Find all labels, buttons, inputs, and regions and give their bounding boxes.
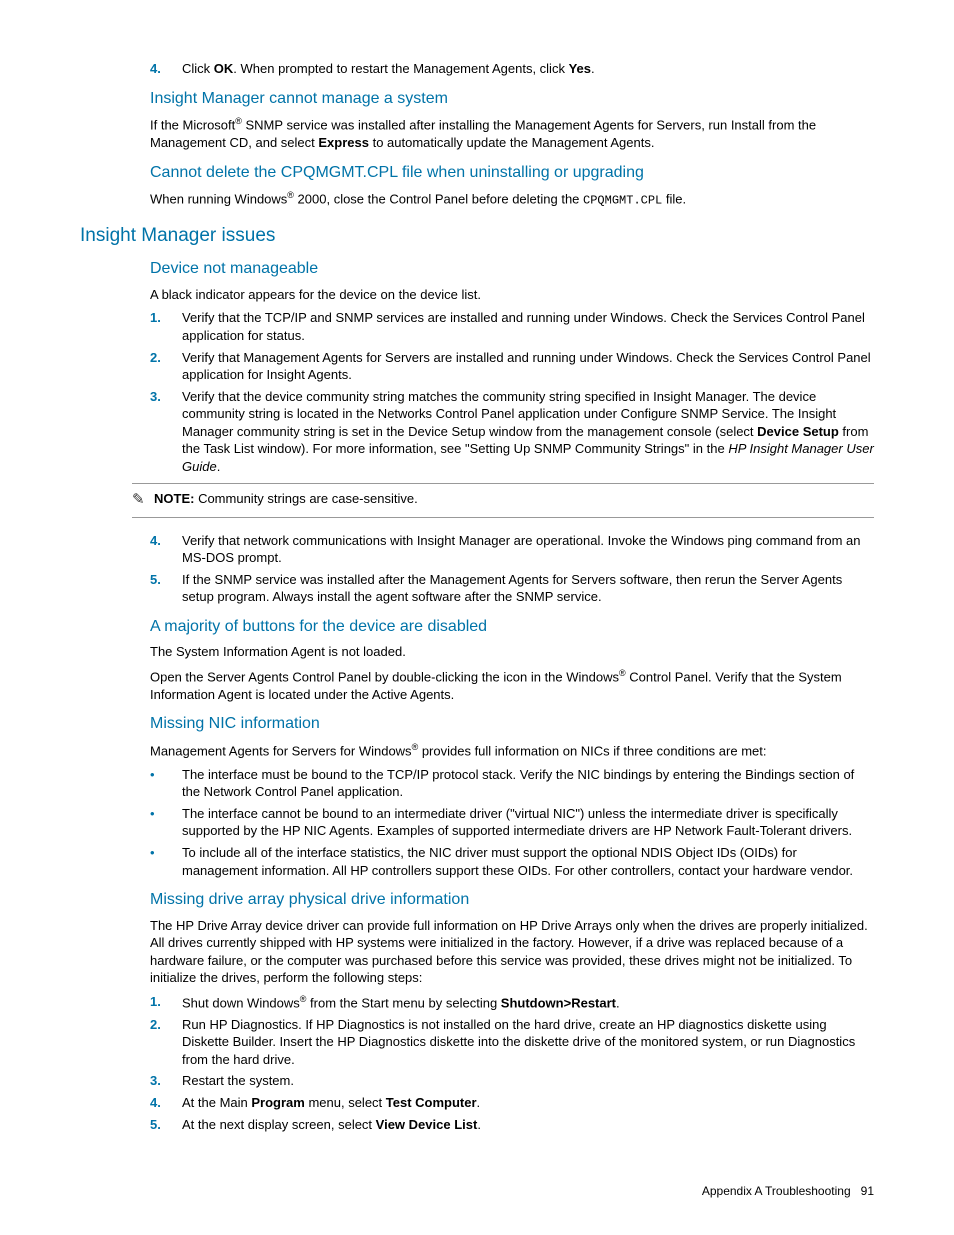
heading-device-not-manageable: Device not manageable	[150, 258, 874, 280]
para-sia-not-loaded: The System Information Agent is not load…	[150, 643, 874, 661]
para-open-server-agents: Open the Server Agents Control Panel by …	[150, 667, 874, 703]
heading-cannot-manage: Insight Manager cannot manage a system	[150, 88, 874, 110]
drive-step-4: 4. At the Main Program menu, select Test…	[150, 1094, 874, 1112]
bullet-icon: •	[150, 805, 182, 840]
code-filename: CPQMGMT.CPL	[583, 193, 662, 207]
dnm-step-4: 4. Verify that network communications wi…	[150, 532, 874, 567]
note-label: NOTE:	[154, 491, 194, 506]
nic-bullet-1: • The interface must be bound to the TCP…	[150, 766, 874, 801]
para-cannot-delete: When running Windows® 2000, close the Co…	[150, 189, 874, 209]
drive-step-5: 5. At the next display screen, select Vi…	[150, 1116, 874, 1134]
footer-label: Appendix A Troubleshooting	[702, 1184, 851, 1198]
registered-icon: ®	[619, 668, 626, 678]
dnm-step-3: 3. Verify that the device community stri…	[150, 388, 874, 476]
drive-step-3: 3. Restart the system.	[150, 1072, 874, 1090]
dnm-step-1: 1. Verify that the TCP/IP and SNMP servi…	[150, 309, 874, 344]
bullet-icon: •	[150, 844, 182, 879]
note-box: ✎ NOTE: Community strings are case-sensi…	[132, 483, 874, 517]
para-nic-intro: Management Agents for Servers for Window…	[150, 741, 874, 760]
heading-insight-manager-issues: Insight Manager issues	[80, 223, 874, 249]
step-4-text: Click OK. When prompted to restart the M…	[182, 60, 874, 78]
list-number: 4.	[150, 60, 182, 78]
page-footer: Appendix A Troubleshooting 91	[702, 1183, 874, 1199]
nic-bullet-3: • To include all of the interface statis…	[150, 844, 874, 879]
registered-icon: ®	[287, 190, 294, 200]
heading-cannot-delete: Cannot delete the CPQMGMT.CPL file when …	[150, 162, 874, 184]
para-black-indicator: A black indicator appears for the device…	[150, 286, 874, 304]
heading-buttons-disabled: A majority of buttons for the device are…	[150, 616, 874, 638]
registered-icon: ®	[235, 116, 242, 126]
para-drive-intro: The HP Drive Array device driver can pro…	[150, 917, 874, 987]
heading-missing-nic: Missing NIC information	[150, 713, 874, 735]
drive-step-1: 1. Shut down Windows® from the Start men…	[150, 993, 874, 1012]
nic-bullet-2: • The interface cannot be bound to an in…	[150, 805, 874, 840]
drive-step-2: 2. Run HP Diagnostics. If HP Diagnostics…	[150, 1016, 874, 1069]
bullet-icon: •	[150, 766, 182, 801]
dnm-step-2: 2. Verify that Management Agents for Ser…	[150, 349, 874, 384]
note-icon: ✎	[132, 490, 154, 510]
step-4: 4. Click OK. When prompted to restart th…	[150, 60, 874, 78]
page-number: 91	[861, 1184, 874, 1198]
note-text: Community strings are case-sensitive.	[194, 491, 417, 506]
para-cannot-manage: If the Microsoft® SNMP service was insta…	[150, 115, 874, 151]
dnm-step-5: 5. If the SNMP service was installed aft…	[150, 571, 874, 606]
heading-missing-drive: Missing drive array physical drive infor…	[150, 889, 874, 911]
